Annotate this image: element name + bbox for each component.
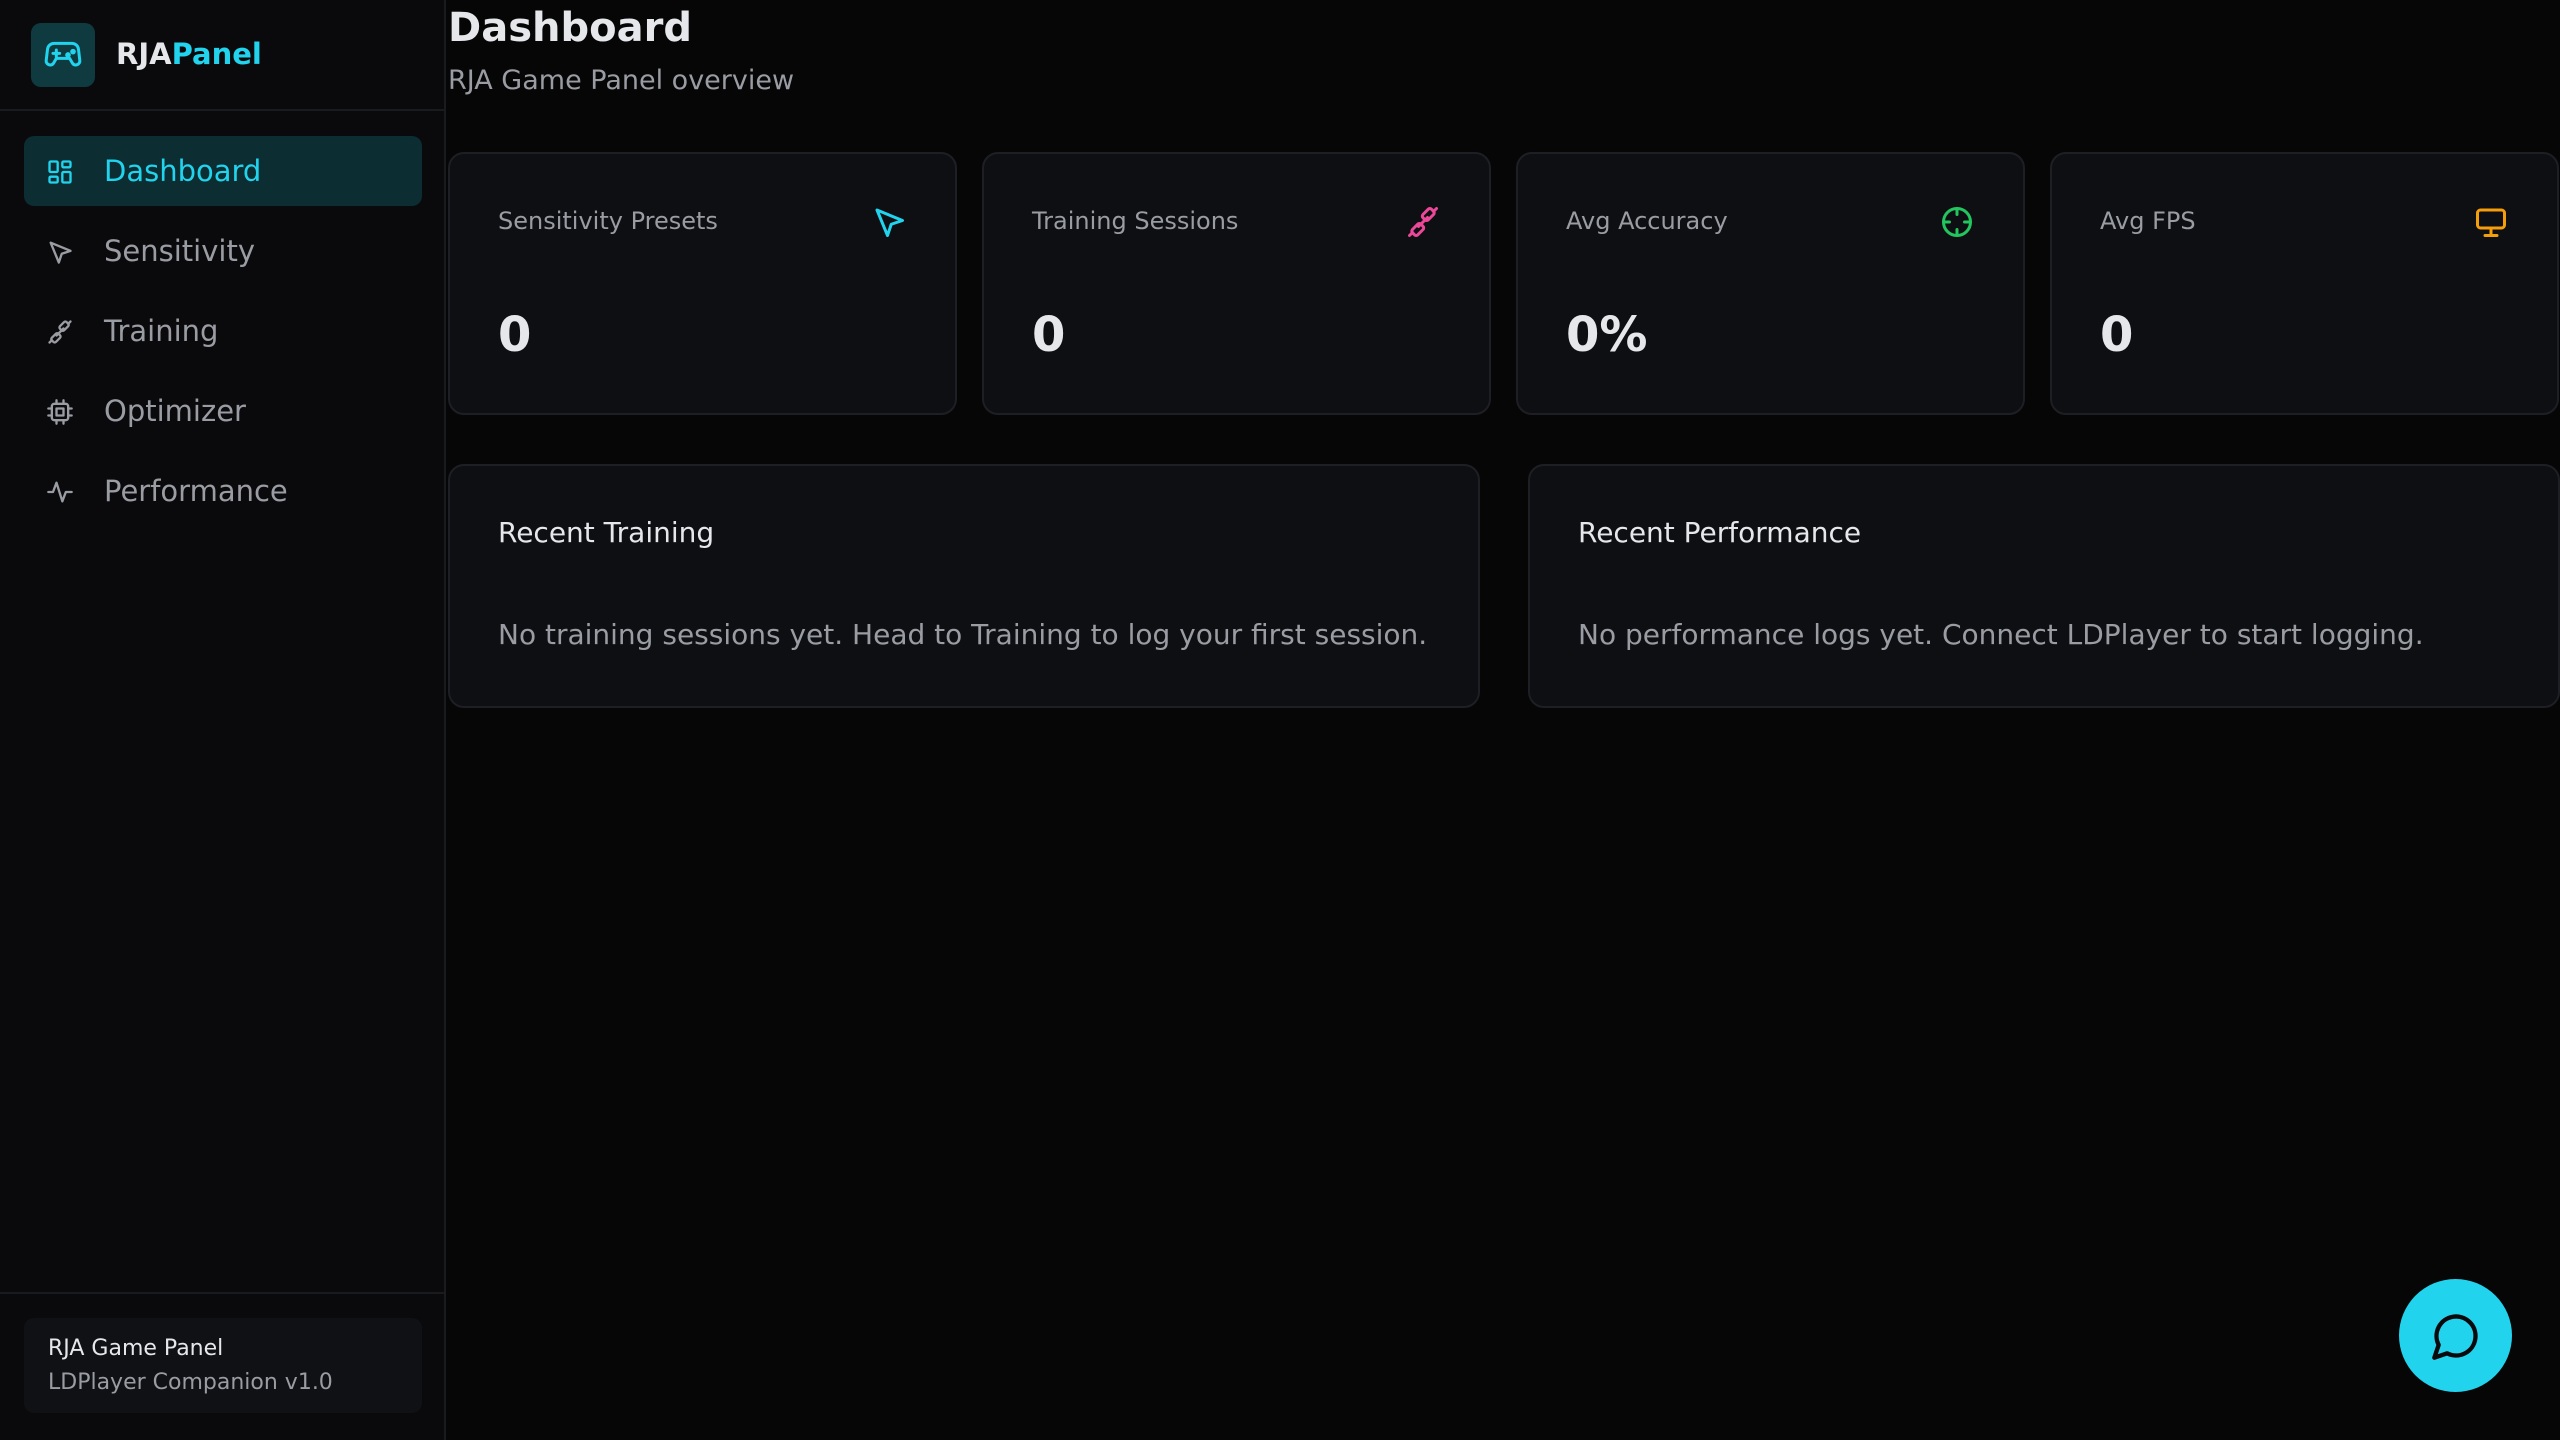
dumbbell-icon bbox=[1408, 207, 1438, 237]
stat-label: Avg FPS bbox=[2100, 207, 2196, 235]
stat-card-sensitivity-presets: Sensitivity Presets 0 bbox=[448, 152, 957, 415]
recent-performance-panel: Recent Performance No performance logs y… bbox=[1528, 464, 2560, 708]
app-info-title: RJA Game Panel bbox=[48, 1336, 224, 1361]
brand-name-part2: Panel bbox=[171, 37, 262, 71]
empty-state-text: No performance logs yet. Connect LDPlaye… bbox=[1578, 618, 2424, 651]
sidebar-item-label: Performance bbox=[104, 474, 288, 508]
cursor-icon bbox=[49, 241, 72, 264]
chip-icon bbox=[47, 399, 73, 425]
sidebar-item-sensitivity[interactable]: Sensitivity bbox=[24, 216, 422, 286]
recent-training-panel: Recent Training No training sessions yet… bbox=[448, 464, 1480, 708]
stat-value: 0 bbox=[498, 307, 532, 363]
stat-card-avg-accuracy: Avg Accuracy 0% bbox=[1516, 152, 2025, 415]
sidebar-item-label: Dashboard bbox=[104, 154, 262, 188]
chat-button[interactable] bbox=[2399, 1279, 2512, 1392]
gamepad-icon[interactable] bbox=[31, 23, 95, 87]
sidebar: RJAPanel Dashboard Sensitivity Training … bbox=[0, 0, 446, 1440]
brand-name[interactable]: RJAPanel bbox=[116, 37, 262, 71]
main-content: Dashboard RJA Game Panel overview Sensit… bbox=[448, 0, 2560, 1440]
cursor-icon bbox=[875, 208, 904, 237]
sidebar-item-label: Training bbox=[104, 314, 219, 348]
page-subtitle: RJA Game Panel overview bbox=[448, 65, 795, 96]
stat-card-avg-fps: Avg FPS 0 bbox=[2050, 152, 2559, 415]
sidebar-item-label: Sensitivity bbox=[104, 234, 255, 268]
activity-icon bbox=[47, 481, 73, 503]
stat-label: Training Sessions bbox=[1032, 207, 1239, 235]
stat-value: 0 bbox=[1032, 307, 1066, 363]
sidebar-item-training[interactable]: Training bbox=[24, 296, 422, 366]
sidebar-footer: RJA Game Panel LDPlayer Companion v1.0 bbox=[0, 1292, 446, 1440]
stat-value: 0 bbox=[2100, 307, 2134, 363]
sidebar-nav: Dashboard Sensitivity Training Optimizer… bbox=[24, 136, 422, 536]
panel-title: Recent Performance bbox=[1578, 516, 1862, 549]
page-title: Dashboard bbox=[448, 5, 692, 51]
monitor-icon bbox=[2476, 208, 2506, 237]
stat-label: Sensitivity Presets bbox=[498, 207, 718, 235]
app-info-subtitle: LDPlayer Companion v1.0 bbox=[48, 1370, 333, 1395]
brand-header: RJAPanel bbox=[0, 0, 446, 111]
crosshair-icon bbox=[1942, 207, 1972, 237]
panel-title: Recent Training bbox=[498, 516, 715, 549]
sidebar-item-performance[interactable]: Performance bbox=[24, 456, 422, 526]
dumbbell-icon bbox=[48, 320, 72, 344]
chat-bubble-icon bbox=[2431, 1313, 2478, 1360]
sidebar-item-dashboard[interactable]: Dashboard bbox=[24, 136, 422, 206]
stat-label: Avg Accuracy bbox=[1566, 207, 1728, 235]
app-info-card: RJA Game Panel LDPlayer Companion v1.0 bbox=[24, 1318, 422, 1413]
stat-value: 0% bbox=[1566, 307, 1648, 363]
stat-card-training-sessions: Training Sessions 0 bbox=[982, 152, 1491, 415]
brand-name-part1: RJA bbox=[116, 37, 172, 71]
sidebar-item-label: Optimizer bbox=[104, 394, 246, 428]
grid-icon bbox=[48, 160, 72, 184]
sidebar-item-optimizer[interactable]: Optimizer bbox=[24, 376, 422, 446]
empty-state-text: No training sessions yet. Head to Traini… bbox=[498, 618, 1428, 651]
